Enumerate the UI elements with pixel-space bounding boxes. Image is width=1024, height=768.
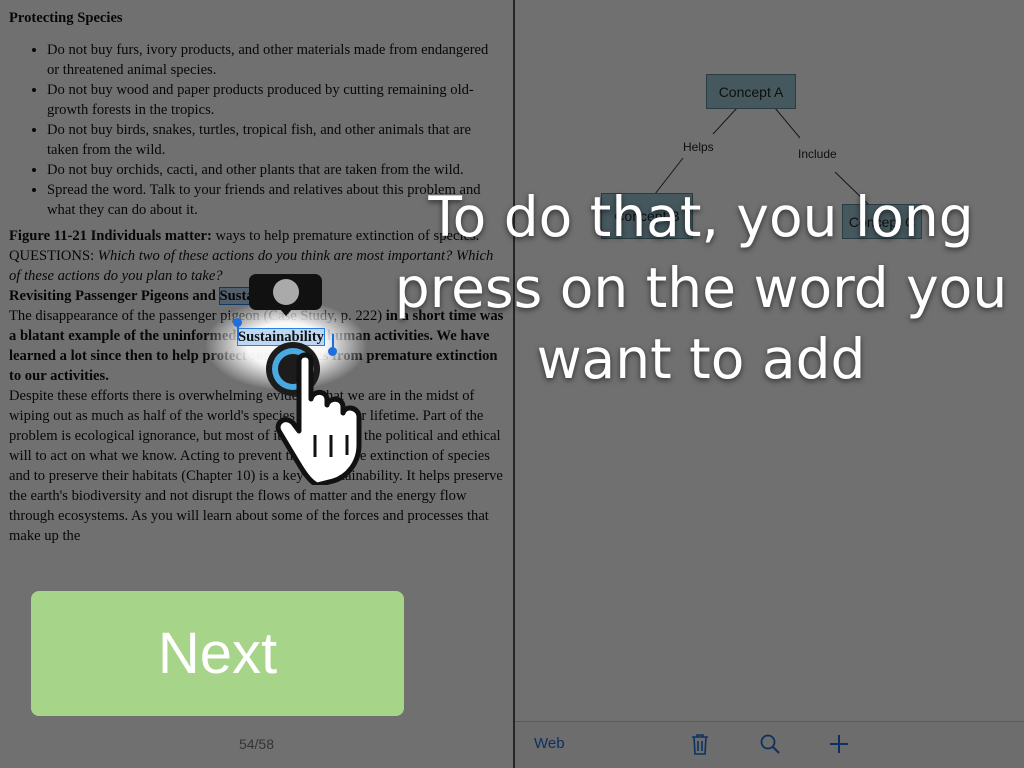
edge-line	[774, 107, 801, 139]
tutorial-caption: To do that, you long press on the word y…	[394, 185, 1008, 391]
trash-icon[interactable]	[687, 731, 713, 757]
edge-line	[712, 107, 738, 135]
list-item: Do not buy orchids, cacti, and other pla…	[47, 160, 504, 180]
popover-knob	[273, 279, 299, 305]
concept-node-a[interactable]: Concept A	[706, 74, 796, 109]
selection-popover	[249, 274, 322, 316]
next-button[interactable]: Next	[31, 591, 404, 716]
popover-tail	[279, 308, 293, 316]
list-item: Do not buy furs, ivory products, and oth…	[47, 40, 504, 80]
selection-handle-start[interactable]	[233, 318, 242, 327]
web-button[interactable]: Web	[534, 735, 565, 752]
edge-label-helps[interactable]: Helps	[681, 140, 716, 154]
plus-icon[interactable]	[826, 731, 852, 757]
edge-label-include[interactable]: Include	[796, 147, 839, 161]
figure-caption-title: Figure 11-21 Individuals matter:	[9, 228, 212, 244]
search-icon[interactable]	[757, 731, 783, 757]
subheading-prefix: Revisiting Passenger Pigeons and	[9, 288, 220, 304]
list-item: Do not buy birds, snakes, turtles, tropi…	[47, 120, 504, 160]
map-toolbar: Web	[515, 721, 1024, 768]
section-heading: Protecting Species	[9, 10, 123, 26]
page-indicator: 54/58	[238, 736, 275, 752]
list-item: Do not buy wood and paper products produ…	[47, 80, 504, 120]
